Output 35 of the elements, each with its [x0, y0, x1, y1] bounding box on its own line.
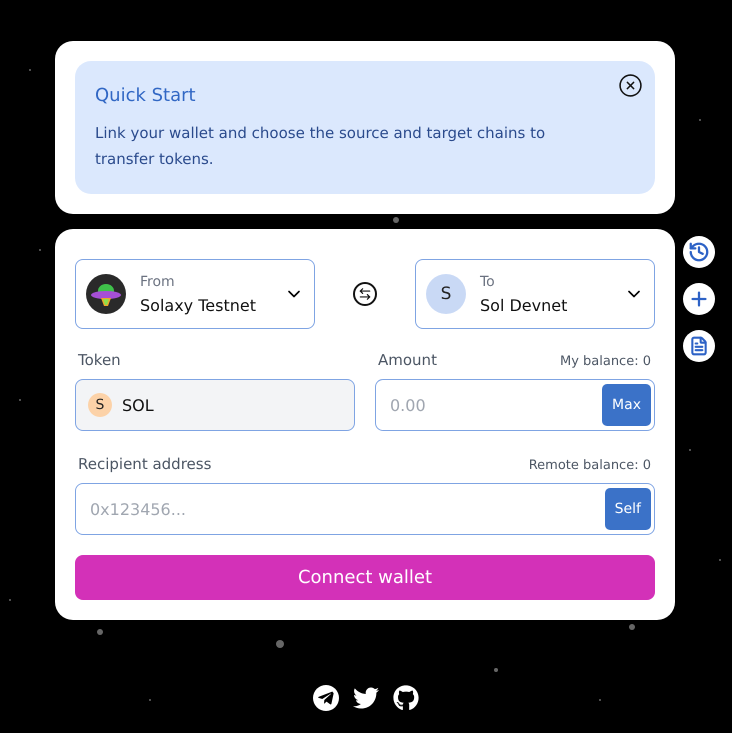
from-chain-name: Solaxy Testnet [140, 296, 257, 314]
quick-start-title: Quick Start [95, 85, 197, 106]
ufo-logo-icon [86, 274, 126, 314]
swap-icon [353, 282, 377, 306]
twitter-icon[interactable] [353, 685, 379, 711]
token-name: SOL [122, 396, 154, 414]
self-button[interactable]: Self [604, 488, 651, 530]
remote-balance-text: Remote balance: 0 [528, 458, 651, 473]
token-avatar: S [88, 393, 112, 417]
document-icon [689, 336, 709, 356]
recipient-field[interactable]: 0x123456... Self [75, 483, 655, 535]
github-icon[interactable] [393, 685, 419, 711]
amount-field[interactable]: 0.00 Max [375, 379, 655, 431]
document-button[interactable] [683, 330, 715, 362]
quick-start-text: Link your wallet and choose the source and target chains to transfer tokens. [95, 123, 546, 170]
history-icon [688, 241, 710, 263]
source-chain-select[interactable]: From Solaxy Testnet [75, 259, 315, 329]
max-button[interactable]: Max [602, 384, 651, 426]
connect-wallet-button[interactable]: Connect wallet [75, 555, 655, 600]
telegram-icon[interactable] [313, 685, 339, 711]
recipient-label: Recipient address [78, 455, 212, 473]
chain-avatar: S [426, 274, 466, 314]
history-button[interactable] [683, 236, 715, 268]
close-button[interactable] [618, 73, 643, 98]
from-label: From [140, 274, 176, 290]
amount-label: Amount [378, 351, 437, 369]
to-label: To [480, 274, 496, 290]
token-field[interactable]: S SOL [75, 379, 355, 431]
close-icon [618, 73, 643, 98]
to-chain-name: Sol Devnet [480, 296, 568, 314]
target-chain-select[interactable]: S To Sol Devnet [415, 259, 655, 329]
balance-text: My balance: 0 [560, 354, 651, 369]
swap-button[interactable] [353, 282, 377, 306]
add-button[interactable] [683, 283, 715, 315]
token-label: Token [78, 351, 121, 369]
